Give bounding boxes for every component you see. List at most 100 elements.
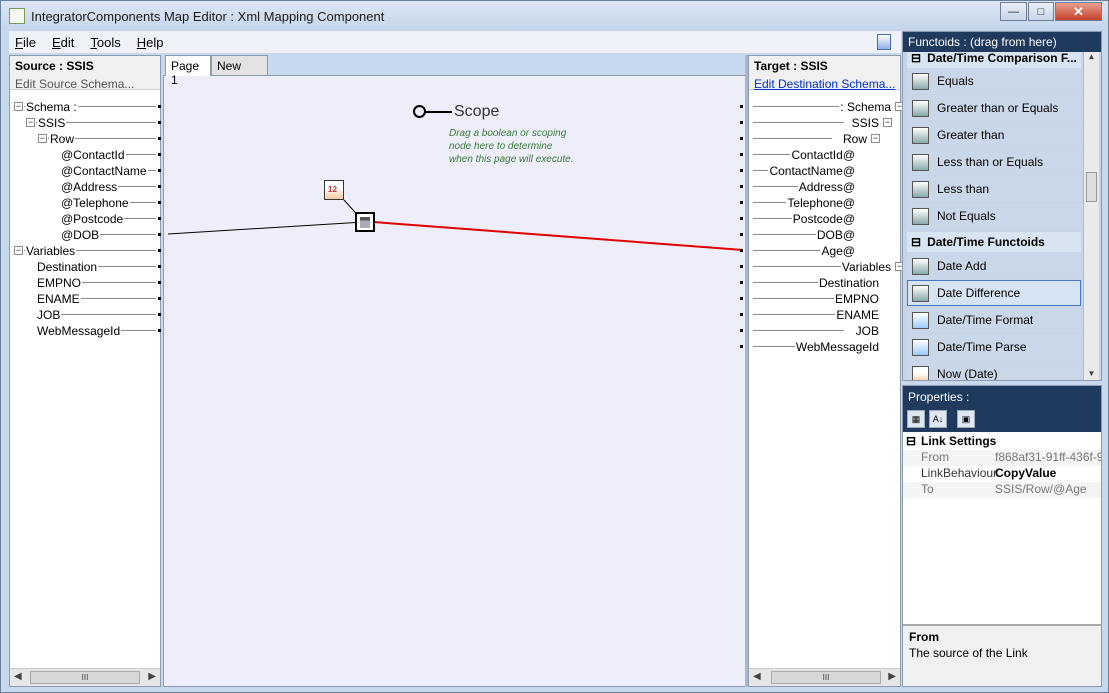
source-node[interactable]: @DOB	[60, 228, 101, 242]
collapse-icon[interactable]: −	[871, 134, 880, 143]
source-connector-dot[interactable]	[158, 329, 161, 332]
target-connector-dot[interactable]	[740, 281, 743, 284]
link-dob-to-functoid[interactable]	[167, 221, 365, 235]
functoid-equals[interactable]: Equals	[907, 68, 1081, 94]
source-connector-dot[interactable]	[158, 153, 161, 156]
source-connector-dot[interactable]	[158, 169, 161, 172]
target-connector-dot[interactable]	[740, 297, 743, 300]
source-connector-dot[interactable]	[158, 313, 161, 316]
link-settings-section[interactable]: ⊟ Link Settings	[903, 434, 1101, 450]
source-connector-dot[interactable]	[158, 265, 161, 268]
source-connector-dot[interactable]	[158, 137, 161, 140]
source-node[interactable]: @Telephone	[60, 196, 130, 210]
target-connector-dot[interactable]	[740, 153, 743, 156]
target-connector-dot[interactable]	[740, 265, 743, 268]
target-connector-dot[interactable]	[740, 313, 743, 316]
target-node[interactable]: Variables	[840, 260, 892, 274]
source-connector-dot[interactable]	[158, 121, 161, 124]
mapping-canvas[interactable]: Scope Drag a boolean or scoping node her…	[163, 75, 746, 687]
collapse-icon[interactable]: −	[26, 118, 35, 127]
source-connector-dot[interactable]	[158, 185, 161, 188]
target-connector-dot[interactable]	[740, 233, 743, 236]
source-connector-dot[interactable]	[158, 217, 161, 220]
functoid-date-difference[interactable]: Date Difference	[907, 280, 1081, 306]
now-date-functoid-icon[interactable]: 12	[324, 180, 344, 200]
functoid-greater-than-or-equals[interactable]: Greater than or Equals	[907, 95, 1081, 121]
source-hscrollbar[interactable]: ◀ III ▶	[10, 668, 160, 686]
source-node[interactable]: @ContactName	[60, 164, 148, 178]
property-pages-icon[interactable]: ▣	[957, 410, 975, 428]
source-connector-dot[interactable]	[158, 201, 161, 204]
menu-file[interactable]: File	[15, 35, 36, 50]
edit-source-schema-link[interactable]: Edit Source Schema...	[15, 77, 155, 91]
target-connector-dot[interactable]	[740, 121, 743, 124]
target-node[interactable]: Postcode@	[791, 212, 856, 226]
functoid-greater-than[interactable]: Greater than	[907, 122, 1081, 148]
target-connector-dot[interactable]	[740, 329, 743, 332]
target-node[interactable]: WebMessageId	[794, 340, 880, 354]
target-node[interactable]: Telephone@	[786, 196, 856, 210]
target-hscrollbar[interactable]: ◀ III ▶	[749, 668, 900, 686]
target-node[interactable]: ENAME	[835, 308, 880, 322]
target-node[interactable]: Row	[841, 132, 868, 146]
source-connector-dot[interactable]	[158, 281, 161, 284]
target-node[interactable]: Age@	[820, 244, 856, 258]
target-node[interactable]: JOB	[854, 324, 880, 338]
target-node[interactable]: ContactName@	[768, 164, 856, 178]
close-button[interactable]: ✕	[1055, 2, 1102, 21]
source-node[interactable]: @ContactId	[60, 148, 126, 162]
source-node[interactable]: ENAME	[36, 292, 81, 306]
prop-row-to[interactable]: To SSIS/Row/@Age	[903, 482, 1101, 498]
menu-help[interactable]: Help	[137, 35, 164, 50]
menu-edit[interactable]: Edit	[52, 35, 74, 50]
source-node[interactable]: EMPNO	[36, 276, 83, 290]
minimize-button[interactable]: —	[1000, 2, 1027, 21]
prop-row-linkbehaviour[interactable]: LinkBehaviour CopyValue	[903, 466, 1101, 482]
collapse-icon[interactable]: −	[14, 246, 23, 255]
functoid-less-than-or-equals[interactable]: Less than or Equals	[907, 149, 1081, 175]
functoid-not-equals[interactable]: Not Equals	[907, 203, 1081, 229]
edit-destination-schema-link[interactable]: Edit Destination Schema...	[754, 77, 895, 91]
source-node[interactable]: @Postcode	[60, 212, 125, 226]
source-node[interactable]: WebMessageId	[36, 324, 122, 338]
target-node[interactable]: DOB@	[815, 228, 856, 242]
target-connector-dot[interactable]	[740, 105, 743, 108]
target-connector-dot[interactable]	[740, 185, 743, 188]
target-connector-dot[interactable]	[740, 249, 743, 252]
collapse-icon[interactable]: ⊟	[906, 434, 916, 448]
prop-value[interactable]: CopyValue	[995, 466, 1101, 480]
tab-page-1[interactable]: Page 1	[165, 55, 211, 87]
alphabetical-icon[interactable]: A↓	[929, 410, 947, 428]
target-node[interactable]: Address@	[797, 180, 856, 194]
tab-new-page[interactable]: New Page	[211, 55, 268, 87]
source-node[interactable]: SSIS	[37, 116, 67, 130]
functoid-datetime-parse[interactable]: Date/Time Parse	[907, 334, 1081, 360]
source-node[interactable]: Variables	[25, 244, 77, 258]
target-node[interactable]: Destination	[817, 276, 880, 290]
source-connector-dot[interactable]	[158, 297, 161, 300]
target-node[interactable]: : Schema	[839, 100, 892, 114]
target-connector-dot[interactable]	[740, 201, 743, 204]
collapse-icon[interactable]: −	[883, 118, 892, 127]
source-connector-dot[interactable]	[158, 233, 161, 236]
link-functoid-to-age[interactable]	[372, 221, 744, 251]
functoid-less-than[interactable]: Less than	[907, 176, 1081, 202]
maximize-button[interactable]: □	[1028, 2, 1054, 21]
menu-tools[interactable]: Tools	[90, 35, 120, 50]
target-connector-dot[interactable]	[740, 169, 743, 172]
functoid-datetime-format[interactable]: Date/Time Format	[907, 307, 1081, 333]
source-node[interactable]: Schema :	[25, 100, 78, 114]
source-connector-dot[interactable]	[158, 105, 161, 108]
collapse-icon[interactable]: −	[14, 102, 23, 111]
collapse-icon[interactable]: −	[38, 134, 47, 143]
target-node[interactable]: EMPNO	[833, 292, 880, 306]
target-node[interactable]: SSIS	[850, 116, 880, 130]
target-connector-dot[interactable]	[740, 345, 743, 348]
categorized-icon[interactable]: ▦	[907, 410, 925, 428]
source-node[interactable]: @Address	[60, 180, 119, 194]
source-node[interactable]: JOB	[36, 308, 62, 322]
target-connector-dot[interactable]	[740, 217, 743, 220]
group-datetime-functoids[interactable]: ⊟ Date/Time Functoids	[907, 232, 1081, 252]
source-connector-dot[interactable]	[158, 249, 161, 252]
functoids-vscrollbar[interactable]: ▲ ▼	[1083, 52, 1099, 380]
